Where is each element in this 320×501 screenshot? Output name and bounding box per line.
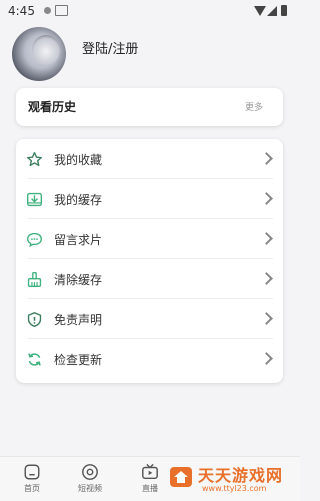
menu-card: 我的收藏 我的缓存 留言求片 清除缓存 免责声明 检查更新 (16, 139, 283, 383)
nav-tab-home[interactable]: 首页 (12, 461, 52, 499)
nav-label: 直播 (142, 484, 158, 493)
status-bar: 4:45 (0, 0, 300, 24)
watermark-url: www.ttyl23.com (202, 484, 267, 493)
status-indicators (252, 4, 292, 20)
watermark-logo-icon (170, 467, 192, 487)
notification-dot-icon (44, 7, 51, 14)
more-link[interactable]: 更多 (245, 100, 263, 113)
menu-item-label: 检查更新 (54, 353, 103, 367)
broom-icon (27, 272, 42, 287)
menu-item-request-movie[interactable]: 留言求片 (16, 219, 283, 259)
menu-item-label: 免责声明 (54, 313, 103, 327)
nav-label: 短视频 (78, 484, 102, 493)
menu-item-check-update[interactable]: 检查更新 (16, 339, 283, 379)
menu-item-disclaimer[interactable]: 免责声明 (16, 299, 283, 339)
home-icon (24, 464, 40, 480)
watermark: 天天游戏网 www.ttyl23.com (168, 460, 296, 496)
avatar[interactable] (12, 27, 66, 81)
status-time: 4:45 (8, 4, 35, 18)
menu-item-label: 我的收藏 (54, 153, 103, 167)
nav-tab-live[interactable]: 直播 (130, 461, 170, 499)
watch-history-title: 观看历史 (28, 100, 77, 114)
chevron-right-icon (260, 312, 273, 325)
nav-tab-short-video[interactable]: 短视频 (70, 461, 110, 499)
chevron-right-icon (260, 232, 273, 245)
menu-item-label: 我的缓存 (54, 193, 103, 207)
shield-icon (27, 312, 42, 327)
watermark-title: 天天游戏网 (198, 466, 284, 485)
wifi-icon (254, 6, 266, 16)
tv-icon (142, 463, 158, 480)
menu-item-label: 清除缓存 (54, 273, 103, 287)
menu-item-clear-cache[interactable]: 清除缓存 (16, 259, 283, 299)
comment-icon (27, 232, 42, 248)
battery-icon (281, 5, 287, 16)
menu-item-label: 留言求片 (54, 233, 103, 247)
play-circle-icon (82, 464, 98, 480)
watch-history-card[interactable]: 观看历史 更多 (16, 88, 283, 126)
signal-icon (267, 6, 277, 16)
login-register-link[interactable]: 登陆/注册 (82, 38, 138, 57)
refresh-icon (28, 353, 41, 366)
nav-label: 首页 (24, 484, 40, 493)
chevron-right-icon (260, 352, 273, 365)
chevron-right-icon (260, 152, 273, 165)
menu-item-downloads[interactable]: 我的缓存 (16, 179, 283, 219)
menu-item-favorites[interactable]: 我的收藏 (16, 139, 283, 179)
star-icon (27, 152, 42, 167)
profile-header: 登陆/注册 (0, 24, 300, 88)
image-notification-icon (55, 5, 68, 16)
chevron-right-icon (260, 272, 273, 285)
download-icon (27, 192, 42, 207)
chevron-right-icon (260, 192, 273, 205)
